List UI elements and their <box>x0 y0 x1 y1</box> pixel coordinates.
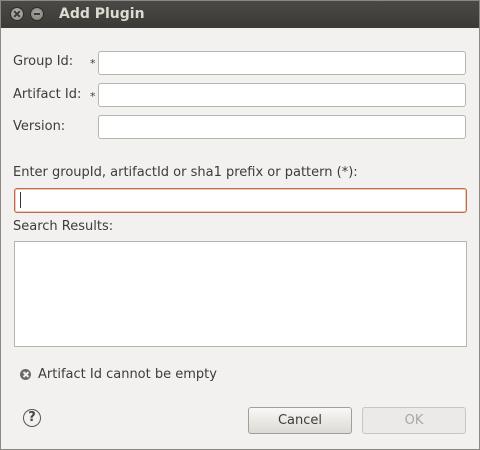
artifact-id-required-marker: * <box>90 90 96 103</box>
search-prompt-label: Enter groupId, artifactId or sha1 prefix… <box>13 165 358 180</box>
title-bar: Add Plugin <box>1 1 479 28</box>
version-field[interactable] <box>98 115 466 139</box>
search-results-label: Search Results: <box>13 219 114 234</box>
group-id-required-marker: * <box>90 57 96 70</box>
version-label: Version: <box>13 119 66 134</box>
error-message: Artifact Id cannot be empty <box>38 367 217 382</box>
add-plugin-dialog: Add Plugin Group Id: * Artifact Id: * Ve… <box>0 0 480 450</box>
ok-button[interactable]: OK <box>362 407 466 434</box>
artifact-id-label: Artifact Id: <box>13 87 82 102</box>
error-icon <box>20 369 31 380</box>
artifact-id-field[interactable] <box>98 83 466 107</box>
text-caret <box>20 192 21 208</box>
help-icon[interactable]: ? <box>23 409 41 427</box>
group-id-label: Group Id: <box>13 54 74 69</box>
minimize-window-icon[interactable] <box>30 7 44 21</box>
window-title: Add Plugin <box>59 6 145 22</box>
close-window-icon[interactable] <box>10 7 24 21</box>
cancel-button[interactable]: Cancel <box>248 407 352 434</box>
search-input[interactable] <box>14 188 467 213</box>
group-id-field[interactable] <box>98 51 466 75</box>
search-results-list[interactable] <box>14 241 467 347</box>
